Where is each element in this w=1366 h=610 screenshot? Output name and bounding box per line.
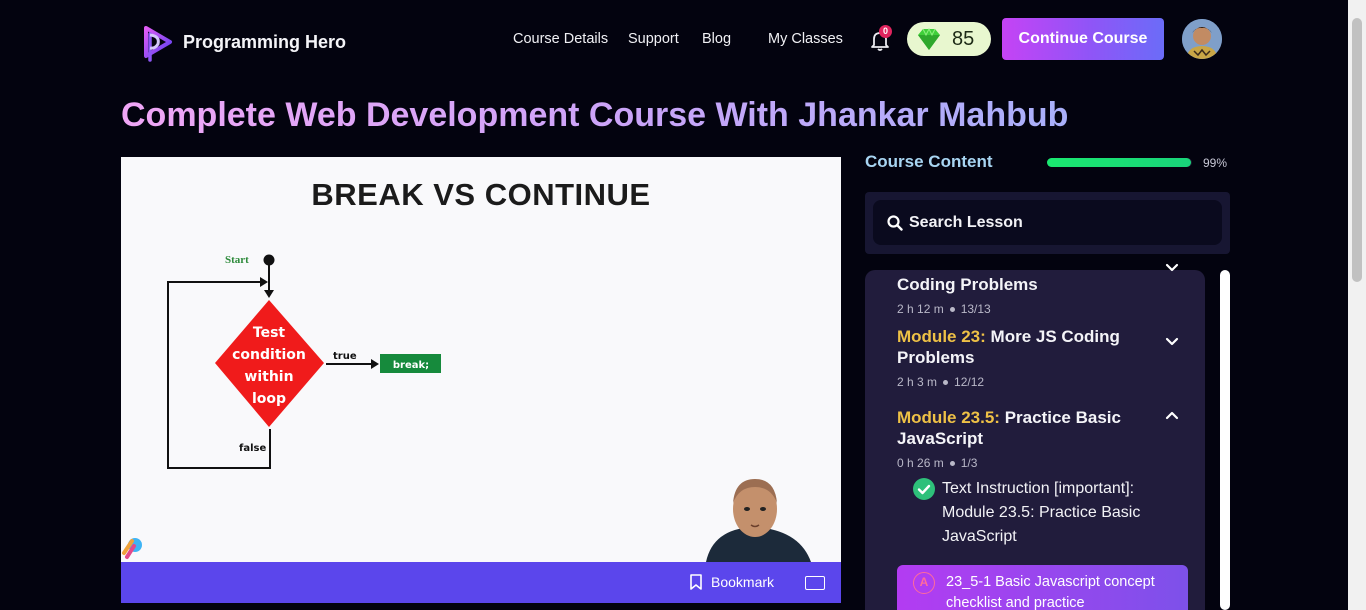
module-count: 12/12	[954, 375, 985, 389]
course-content-title: Course Content	[865, 152, 993, 171]
continue-course-button[interactable]: Continue Course	[1002, 18, 1164, 60]
module-meta: 2 h 12 m 13/13	[897, 302, 991, 316]
course-progress-bar	[1047, 158, 1192, 167]
flow-decision-line4: loop	[252, 391, 286, 407]
search-icon	[887, 214, 903, 231]
chevron-down-icon[interactable]	[1165, 337, 1179, 347]
top-navbar: Programming Hero Course Details Support …	[0, 0, 1348, 80]
module-title: Coding Problems	[897, 275, 1038, 294]
flow-false-label: false	[239, 443, 266, 454]
flow-true-label: true	[333, 351, 357, 362]
module-duration: 2 h 12 m	[897, 302, 944, 316]
nav-my-classes[interactable]: My Classes	[768, 31, 843, 47]
flow-decision-line1: Test	[253, 325, 286, 341]
chevron-up-icon[interactable]	[1165, 410, 1179, 420]
course-progress-fill	[1047, 158, 1191, 167]
lesson-item-text-instruction[interactable]: Text Instruction [important]: Module 23.…	[942, 477, 1182, 549]
module-prefix: Module 23.5:	[897, 408, 1000, 427]
module-meta: 2 h 3 m 12/12	[897, 375, 984, 389]
flow-decision-line3: within	[244, 369, 293, 385]
flowchart-diagram: Start Test condition within loop true br…	[122, 254, 811, 562]
gems-counter[interactable]: 85	[907, 22, 991, 56]
module-prefix: Module 23:	[897, 327, 986, 346]
fullscreen-icon[interactable]	[805, 576, 825, 590]
flow-decision-line2: condition	[232, 347, 306, 363]
bookmark-button[interactable]: Bookmark	[688, 573, 774, 591]
search-lesson-input[interactable]	[909, 213, 1209, 232]
module-meta: 0 h 26 m 1/3	[897, 456, 977, 470]
flow-start-dot	[263, 254, 275, 266]
logo[interactable]: Programming Hero	[138, 22, 346, 62]
gems-count: 85	[952, 27, 975, 50]
bookmark-icon	[690, 574, 702, 590]
notification-badge: 0	[879, 25, 892, 38]
search-box[interactable]	[873, 200, 1222, 245]
video-watermark-icon	[122, 538, 142, 559]
module-count: 13/13	[960, 302, 991, 316]
programming-hero-logo-icon	[144, 26, 172, 62]
logo-text: Programming Hero	[183, 31, 347, 52]
chevron-down-icon[interactable]	[1165, 263, 1179, 273]
flow-decision-diamond	[215, 300, 324, 427]
module-count: 1/3	[960, 456, 978, 470]
module-duration: 2 h 3 m	[897, 375, 938, 389]
flow-action-label: break;	[393, 360, 429, 371]
nav-course-details[interactable]: Course Details	[513, 31, 608, 47]
module-list-scrollbar[interactable]	[1220, 270, 1230, 610]
diamond-icon	[918, 27, 940, 50]
lesson-item-active-title[interactable]: 23_5-1 Basic Javascript concept checklis…	[946, 572, 1181, 610]
module-item-coding-problems[interactable]: Coding Problems	[897, 274, 1157, 295]
user-avatar-image	[1182, 19, 1222, 59]
nav-blog[interactable]: Blog	[702, 31, 731, 47]
module-item-23-5[interactable]: Module 23.5: Practice Basic JavaScript	[897, 407, 1157, 449]
check-circle-icon	[913, 478, 935, 500]
module-item-23[interactable]: Module 23: More JS Coding Problems	[897, 326, 1157, 368]
avatar[interactable]	[1182, 19, 1222, 59]
module-duration: 0 h 26 m	[897, 456, 944, 470]
lesson-type-icon: A	[913, 572, 935, 594]
page-title: Complete Web Development Course With Jha…	[121, 96, 1069, 134]
presenter-webcam	[706, 479, 811, 562]
bookmark-label: Bookmark	[711, 574, 775, 590]
nav-support[interactable]: Support	[628, 31, 679, 47]
page-scrollbar-thumb[interactable]	[1352, 18, 1362, 282]
video-player[interactable]: BREAK VS CONTINUE Start Test condition w…	[121, 157, 841, 562]
course-progress-text: 99%	[1203, 156, 1228, 170]
flow-start-label: Start	[225, 254, 249, 266]
